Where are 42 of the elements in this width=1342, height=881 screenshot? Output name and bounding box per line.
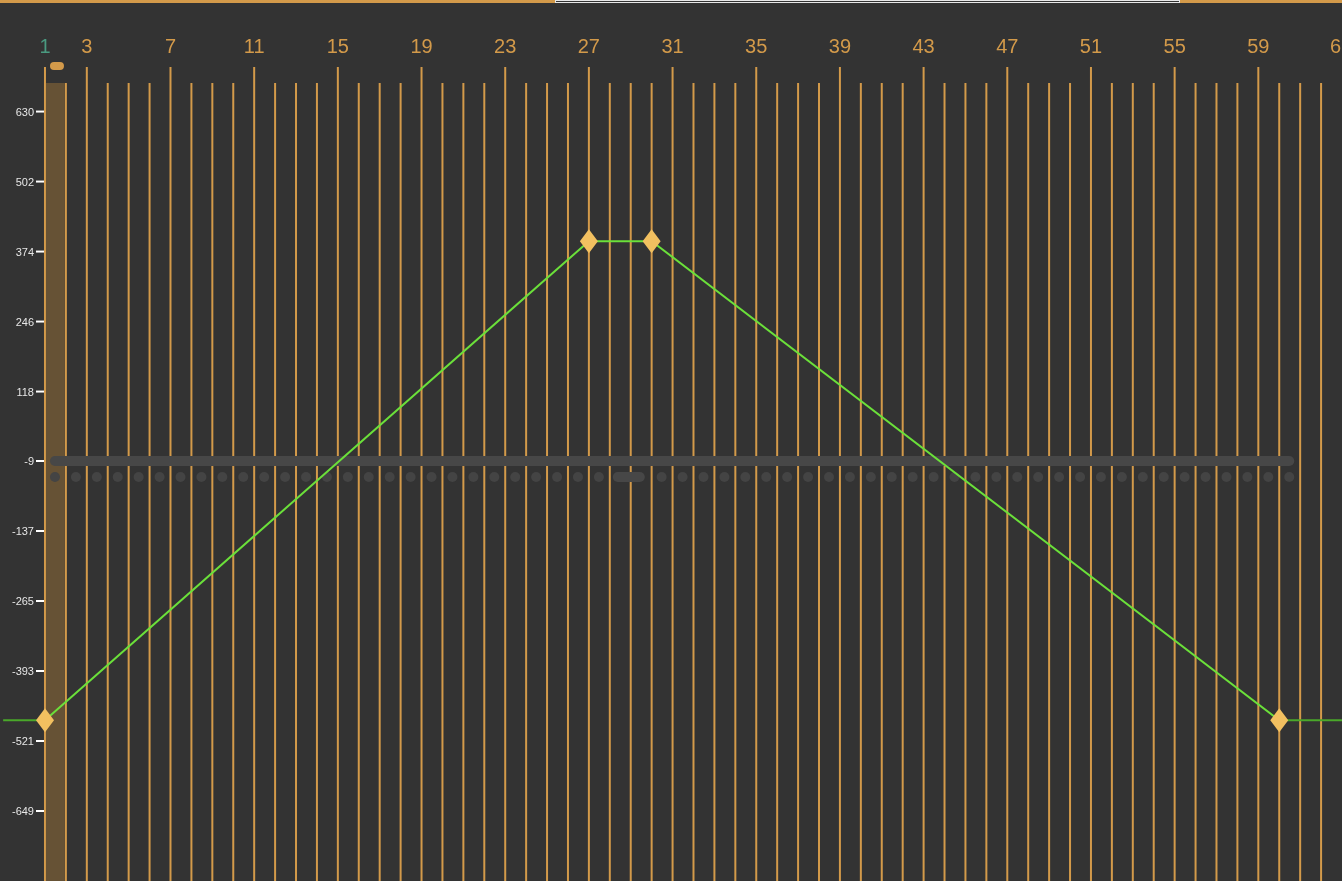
value-label: -521 — [11, 735, 34, 747]
frame-label: 39 — [828, 35, 852, 57]
value-tick — [35, 180, 45, 183]
value-tick — [35, 530, 45, 532]
value-label: -649 — [11, 805, 34, 817]
value-tick — [35, 600, 45, 602]
frame-label: 51 — [1079, 35, 1103, 57]
keyframe-curve[interactable] — [36, 229, 1289, 733]
frame-label: 27 — [577, 35, 600, 57]
value-label: -137 — [11, 525, 34, 537]
value-tick — [35, 110, 45, 113]
value-label: 374 — [15, 245, 34, 258]
value-tick — [35, 810, 45, 812]
value-tick — [35, 740, 45, 742]
frame-label: 6 — [1329, 35, 1341, 57]
frame-label: 11 — [243, 35, 265, 57]
frame-label: 7 — [164, 35, 177, 57]
frame-label: 19 — [410, 35, 433, 57]
frame-label: 23 — [494, 35, 517, 57]
frame-label: 47 — [996, 35, 1019, 57]
frame-label: 3 — [81, 35, 93, 57]
frame-label: 31 — [661, 35, 684, 57]
value-label: 502 — [15, 175, 34, 188]
value-label: 630 — [15, 105, 34, 118]
playhead-handle[interactable] — [50, 62, 64, 70]
value-label: -265 — [11, 595, 34, 607]
value-label: -393 — [11, 665, 34, 677]
value-tick — [35, 460, 45, 462]
value-label: -9 — [24, 455, 34, 467]
value-tick — [35, 250, 45, 253]
frame-label: 59 — [1247, 35, 1270, 57]
frame-label: 55 — [1163, 35, 1186, 57]
current-frame-label: 1 — [39, 35, 51, 57]
value-tick — [35, 390, 45, 393]
visible-range-indicator[interactable] — [555, 0, 1180, 3]
frame-label: 43 — [912, 35, 935, 57]
frame-label: 35 — [745, 35, 768, 57]
value-label: 118 — [16, 385, 34, 398]
value-tick — [35, 320, 45, 323]
frame-label: 15 — [326, 35, 349, 57]
value-label: 246 — [15, 315, 34, 328]
value-tick — [35, 670, 45, 672]
